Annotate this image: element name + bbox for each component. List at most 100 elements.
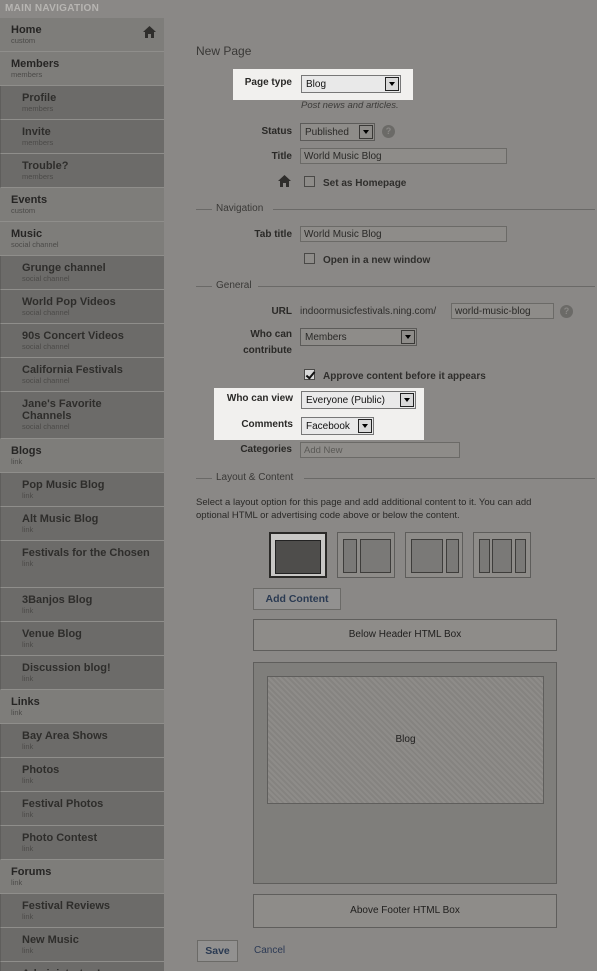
sidebar-item-events[interactable]: Events custom	[0, 188, 164, 222]
blog-content-box[interactable]: Blog	[267, 676, 544, 804]
status-help-icon[interactable]: ?	[382, 125, 395, 138]
who-can-view-label: Who can view	[226, 393, 293, 404]
sidebar-item-bay-area-shows[interactable]: Bay Area Shows link	[0, 724, 164, 758]
sidebar-item-pop-music-blog[interactable]: Pop Music Blog link	[0, 473, 164, 507]
chevron-down-icon	[359, 125, 373, 139]
save-button[interactable]: Save	[197, 940, 238, 962]
sidebar-item-world-pop-videos[interactable]: World Pop Videos social channel	[0, 290, 164, 324]
contribute-select[interactable]: Members	[300, 328, 417, 346]
sidebar-item-label: Trouble?	[22, 160, 69, 172]
divider	[258, 286, 595, 287]
layout-column	[360, 539, 391, 573]
sidebar-item-trouble[interactable]: Trouble? members	[0, 154, 164, 188]
sidebar-item-type: social channel	[11, 240, 59, 249]
sidebar-item-label: Festival Reviews	[22, 900, 111, 912]
categories-input[interactable]: Add New	[300, 442, 460, 458]
new-page-form: New Page Page type Blog Post news and ar…	[180, 18, 597, 971]
add-content-button[interactable]: Add Content	[253, 588, 341, 610]
sidebar-item-jane-s-favorite-channels[interactable]: Jane's Favorite Channels social channel	[0, 392, 164, 439]
sidebar-item-members[interactable]: Members members	[0, 52, 164, 86]
comments-select[interactable]: Facebook	[301, 417, 374, 435]
layout-column	[446, 539, 459, 573]
new-window-label: Open in a new window	[323, 255, 431, 266]
sidebar-item-type: link	[22, 742, 34, 751]
sidebar-item-label: Discussion blog!	[22, 662, 111, 674]
layout-option-two-column[interactable]	[337, 532, 395, 578]
sidebar-item-music[interactable]: Music social channel	[0, 222, 164, 256]
page-type-label: Page type	[244, 77, 292, 88]
sidebar-item-california-festivals[interactable]: California Festivals social channel	[0, 358, 164, 392]
categories-label: Categories	[240, 444, 292, 455]
sidebar-item-type: social channel	[22, 376, 70, 385]
homepage-checkbox[interactable]	[304, 176, 315, 187]
sidebar-item-invite[interactable]: Invite members	[0, 120, 164, 154]
cancel-link[interactable]: Cancel	[254, 945, 285, 956]
home-icon[interactable]	[143, 25, 156, 43]
main-navigation-header: MAIN NAVIGATION	[0, 0, 597, 18]
contribute-label-line1: Who can	[250, 329, 292, 340]
new-window-checkbox[interactable]	[304, 253, 315, 264]
sidebar-item-label: Invite	[22, 126, 51, 138]
sidebar-item-label: Profile	[22, 92, 57, 104]
sidebar-item-alt-music-blog[interactable]: Alt Music Blog link	[0, 507, 164, 541]
layout-option-three-column[interactable]	[473, 532, 531, 578]
sidebar-item-type: custom	[11, 206, 36, 215]
who-can-view-value: Everyone (Public)	[306, 395, 385, 406]
sidebar-item-forums[interactable]: Forums link	[0, 860, 164, 894]
layout-column	[343, 539, 357, 573]
sidebar-item-festival-reviews[interactable]: Festival Reviews link	[0, 894, 164, 928]
sidebar-item-type: members	[22, 138, 54, 147]
sidebar-item-photos[interactable]: Photos link	[0, 758, 164, 792]
status-label: Status	[261, 126, 292, 137]
layout-option-two-column-right[interactable]	[405, 532, 463, 578]
sidebar-item-new-music[interactable]: New Music link	[0, 928, 164, 962]
sidebar-item-photo-contest[interactable]: Photo Contest link	[0, 826, 164, 860]
divider	[273, 209, 595, 210]
sidebar-item-90s-concert-videos[interactable]: 90s Concert Videos social channel	[0, 324, 164, 358]
sidebar-item-festival-photos[interactable]: Festival Photos link	[0, 792, 164, 826]
chevron-down-icon	[358, 419, 372, 433]
sidebar-item-label: Alt Music Blog	[22, 513, 99, 525]
contribute-label-line2: contribute	[243, 345, 292, 356]
above-footer-html-box[interactable]: Above Footer HTML Box	[253, 894, 557, 928]
sidebar-item-festivals-for-the-chosen[interactable]: Festivals for the Chosen link	[0, 541, 164, 588]
url-input[interactable]: world-music-blog	[451, 303, 554, 319]
layout-description-line2: optional HTML or advertising code above …	[196, 510, 460, 521]
chevron-down-icon	[385, 77, 399, 91]
sidebar-item-type: social channel	[22, 274, 70, 283]
sidebar-item-type: members	[11, 70, 43, 79]
layout-option-single-column[interactable]	[269, 532, 327, 578]
sidebar-item-type: link	[11, 878, 23, 887]
sidebar-item-type: members	[22, 104, 54, 113]
sidebar-item-3banjos-blog[interactable]: 3Banjos Blog link	[0, 588, 164, 622]
sidebar-item-type: social channel	[22, 308, 70, 317]
title-input[interactable]: World Music Blog	[300, 148, 507, 164]
sidebar-item-grunge-channel[interactable]: Grunge channel social channel	[0, 256, 164, 290]
below-header-html-box[interactable]: Below Header HTML Box	[253, 619, 557, 651]
sidebar-item-type: link	[22, 525, 34, 534]
sidebar-item-label: Photo Contest	[22, 832, 98, 844]
sidebar-item-type: social channel	[22, 342, 70, 351]
status-select[interactable]: Published	[300, 123, 375, 141]
sidebar-item-blogs[interactable]: Blogs link	[0, 439, 164, 473]
sidebar-item-administrator-logs[interactable]: Administrator Logslink	[0, 962, 164, 971]
divider	[196, 209, 212, 210]
sidebar-item-links[interactable]: Links link	[0, 690, 164, 724]
who-can-view-select[interactable]: Everyone (Public)	[301, 391, 416, 409]
contribute-value: Members	[305, 332, 347, 343]
sidebar-item-label: 3Banjos Blog	[22, 594, 93, 606]
sidebar-item-type: link	[22, 912, 34, 921]
sidebar-item-label: 90s Concert Videos	[22, 330, 124, 342]
sidebar-item-home[interactable]: Home custom	[0, 18, 164, 52]
navigation-legend: Navigation	[216, 203, 264, 214]
sidebar-item-venue-blog[interactable]: Venue Blog link	[0, 622, 164, 656]
sidebar-item-type: link	[22, 844, 34, 853]
url-help-icon[interactable]: ?	[560, 305, 573, 318]
sidebar-item-profile[interactable]: Profile members	[0, 86, 164, 120]
sidebar-item-label: Festivals for the Chosen	[22, 547, 150, 559]
sidebar-item-discussion-blog[interactable]: Discussion blog! link	[0, 656, 164, 690]
title-label: Title	[271, 151, 292, 162]
approve-content-checkbox[interactable]	[304, 369, 315, 380]
tab-title-input[interactable]: World Music Blog	[300, 226, 507, 242]
page-type-select[interactable]: Blog	[301, 75, 401, 93]
